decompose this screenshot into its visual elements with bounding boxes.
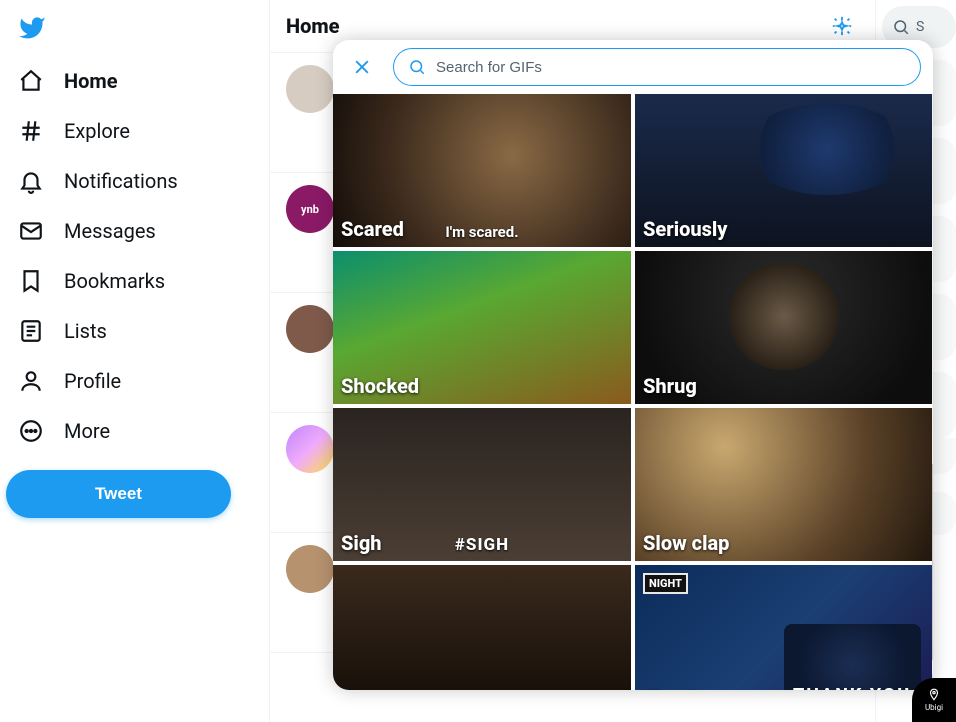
search-icon — [408, 58, 426, 76]
gif-modal-header — [333, 40, 933, 94]
ubigi-label: Ubigi — [925, 703, 943, 712]
gif-category-tile[interactable]: Shocked — [333, 251, 631, 404]
close-icon — [352, 57, 372, 77]
gif-picker-modal: Scared I'm scared. Seriously Shocked Shrug Si… — [333, 40, 933, 690]
gif-category-tile[interactable]: Seriously — [635, 94, 933, 247]
gif-category-label: Seriously — [643, 217, 728, 241]
gif-caption: THANK YOU — [793, 685, 911, 690]
close-button[interactable] — [345, 50, 379, 84]
gif-category-tile[interactable]: Sigh #SIGH — [333, 408, 631, 561]
gif-category-label: Sigh — [341, 531, 382, 555]
gif-category-label: Scared — [341, 217, 404, 241]
gif-category-tile[interactable]: Slow clap — [635, 408, 933, 561]
scroll-thumb[interactable] — [932, 464, 933, 660]
gif-category-label: Shocked — [341, 374, 419, 398]
gif-caption: I'm scared. — [445, 223, 518, 241]
gif-category-label: Slow clap — [643, 531, 729, 555]
pin-icon — [927, 688, 941, 702]
gif-category-tile[interactable]: Scared I'm scared. — [333, 94, 631, 247]
gif-search-input[interactable] — [436, 59, 906, 76]
scrollbar[interactable]: ▲ — [932, 94, 933, 690]
gif-search-field[interactable] — [393, 48, 921, 86]
gif-category-label: Shrug — [643, 374, 697, 398]
gif-category-label: Sorry — [341, 686, 390, 690]
gif-category-label: Thank you — [643, 686, 737, 690]
ubigi-widget[interactable]: Ubigi — [912, 678, 956, 722]
gif-badge: NIGHT — [643, 573, 688, 594]
gif-category-grid: Scared I'm scared. Seriously Shocked Shrug Si… — [333, 94, 933, 690]
gif-caption: #SIGH — [455, 535, 509, 555]
gif-category-tile[interactable]: Sorry — [333, 565, 631, 690]
gif-category-tile[interactable]: Thank you NIGHT THANK YOU — [635, 565, 933, 690]
gif-category-tile[interactable]: Shrug — [635, 251, 933, 404]
